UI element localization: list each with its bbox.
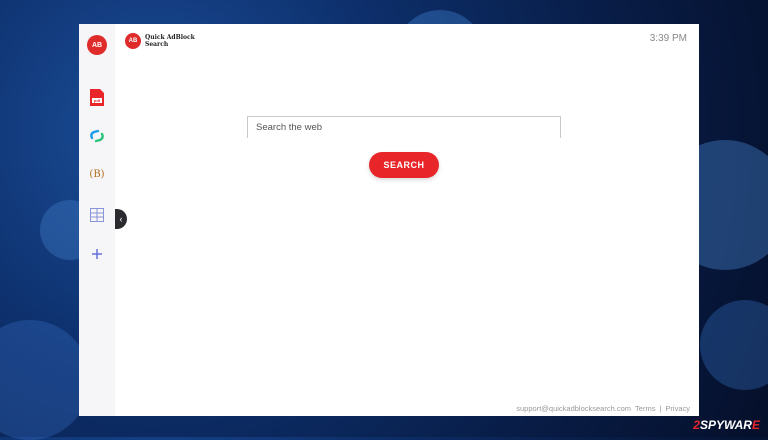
footer: support@quickadblocksearch.com Terms | P… (516, 404, 690, 413)
brand-name: Quick AdBlock Search (145, 34, 195, 48)
calculator-icon[interactable] (89, 206, 105, 224)
brand-logo-text: AB (128, 38, 138, 44)
search-button[interactable]: SEARCH (369, 152, 439, 178)
watermark-suffix: E (751, 418, 760, 432)
watermark-main: SPYWAR (699, 418, 752, 432)
sidebar-logo-text: AB (91, 41, 103, 49)
background-bokeh (0, 320, 90, 440)
privacy-link[interactable]: Privacy (665, 404, 690, 413)
watermark-prefix: 2 (693, 418, 700, 432)
plus-icon[interactable] (89, 245, 105, 263)
chevron-left-icon: ‹ (119, 214, 123, 224)
bitcoin-icon[interactable]: (B) (89, 165, 105, 183)
brand-logo-icon: AB (125, 33, 141, 49)
sidebar: AB pdf (B) (79, 24, 115, 416)
terms-link[interactable]: Terms (635, 404, 655, 413)
search-placeholder: Search the web (256, 122, 323, 133)
brand-name-line1: Quick AdBlock (145, 34, 195, 41)
background-bokeh (700, 300, 768, 390)
pdf-icon[interactable]: pdf (89, 88, 105, 106)
bitcoin-icon-label: (B) (89, 168, 105, 180)
sidebar-collapse-button[interactable]: ‹ (115, 209, 127, 229)
footer-separator: | (659, 404, 662, 413)
pdf-icon-label: pdf (94, 98, 101, 103)
sidebar-logo-icon[interactable]: AB (87, 35, 107, 55)
brand-logo[interactable]: AB Quick AdBlock Search (125, 33, 195, 49)
support-email-link[interactable]: support@quickadblocksearch.com (516, 404, 631, 413)
brand-name-line2: Search (145, 41, 169, 48)
watermark: 2SPYWARE (693, 418, 760, 432)
clock: 3:39 PM (649, 33, 687, 44)
link-icon[interactable] (89, 127, 105, 145)
browser-page: AB pdf (B) ‹ AB Quick AdBlock Search 3:3… (79, 24, 699, 416)
search-input[interactable]: Search the web (247, 116, 561, 138)
